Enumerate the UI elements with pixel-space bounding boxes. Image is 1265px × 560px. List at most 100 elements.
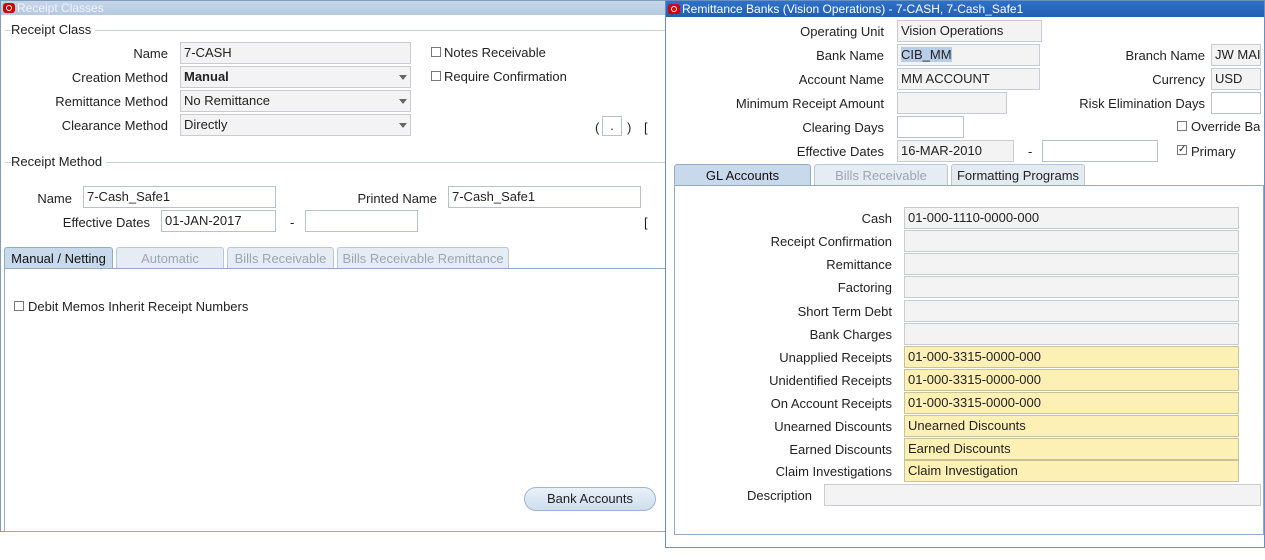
minimum-receipt-field[interactable] [897,92,1007,114]
debit-memos-checkbox[interactable] [14,301,24,311]
tab-bills-receivable[interactable]: Bills Receivable [814,164,948,186]
unidentified-receipts-field[interactable]: 01-000-3315-0000-000 [904,369,1239,391]
effective-from-field[interactable]: 01-JAN-2017 [161,210,276,232]
paren-open: ( [595,120,600,135]
description-label: Description [746,488,812,503]
effective-to-field[interactable] [1042,140,1158,162]
claim-investigations-label: Claim Investigations [775,464,892,479]
currency-label: Currency [1152,72,1205,87]
bank-accounts-button[interactable]: Bank Accounts [524,487,656,511]
receipt-class-section-line [5,30,669,31]
earned-discounts-label: Earned Discounts [789,442,892,457]
remittance-field[interactable] [904,253,1239,275]
remittance-method-value: No Remittance [184,93,270,108]
receipt-method-name-label: Name [37,191,72,206]
name-label: Name [133,46,168,61]
tab-bills-receivable-remittance[interactable]: Bills Receivable Remittance [337,247,509,269]
bank-charges-label: Bank Charges [809,327,892,342]
risk-elimination-field[interactable] [1211,92,1261,114]
effective-dates-label: Effective Dates [62,215,150,230]
bank-name-label: Bank Name [816,48,884,63]
creation-method-label: Creation Method [71,70,168,85]
description-field[interactable] [824,484,1261,506]
bracket-open: [ [644,120,648,135]
tab-formatting-programs[interactable]: Formatting Programs [951,164,1085,186]
flexfield-dot: . [610,118,614,133]
effective-from-field[interactable]: 16-MAR-2010 [897,140,1014,162]
notes-receivable-label: Notes Receivable [444,45,546,60]
descriptive-flexfield[interactable]: . [602,116,622,136]
primary-checkbox[interactable]: ✓ [1177,145,1187,155]
remittance-method-select[interactable]: No Remittance [180,90,411,112]
creation-method-value: Manual [184,69,229,84]
remittance-method-label: Remittance Method [55,94,168,109]
tab-gl-accounts[interactable]: GL Accounts [674,164,811,186]
currency-field[interactable]: USD [1211,68,1261,90]
tab-automatic[interactable]: Automatic [116,247,224,269]
operating-unit-field[interactable]: Vision Operations [897,20,1042,42]
receipt-classes-title: Receipt Classes [17,1,104,15]
require-confirmation-checkbox[interactable] [431,71,441,81]
unidentified-receipts-label: Unidentified Receipts [769,373,892,388]
unapplied-receipts-label: Unapplied Receipts [779,350,892,365]
receipt-classes-titlebar[interactable]: Receipt Classes [1,1,671,15]
short-term-debt-label: Short Term Debt [797,304,892,319]
chevron-down-icon [399,123,407,128]
chevron-down-icon [399,99,407,104]
receipt-method-name-field[interactable]: 7-Cash_Safe1 [83,186,276,208]
debit-memos-label: Debit Memos Inherit Receipt Numbers [28,299,249,314]
receipt-method-section-title: Receipt Method [11,154,107,169]
tab-manual-netting[interactable]: Manual / Netting [4,247,113,269]
clearance-method-value: Directly [184,117,228,132]
oracle-icon [3,2,15,13]
printed-name-field[interactable]: 7-Cash_Safe1 [448,186,641,208]
receipt-class-name-field[interactable]: 7-CASH [180,42,411,64]
cash-account-field[interactable]: 01-000-1110-0000-000 [904,207,1239,229]
account-name-field[interactable]: MM ACCOUNT [897,68,1040,90]
cash-label: Cash [861,211,892,226]
effective-dates-dash: - [290,215,295,230]
remittance-banks-window: Remittance Banks (Vision Operations) - 7… [665,0,1265,548]
earned-discounts-field[interactable]: Earned Discounts [904,438,1239,460]
remittance-label: Remittance [826,257,892,272]
on-account-receipts-field[interactable]: 01-000-3315-0000-000 [904,392,1239,414]
effective-dates-dash: - [1028,144,1033,159]
chevron-down-icon [399,75,407,80]
override-checkbox[interactable] [1177,121,1187,131]
effective-dates-label: Effective Dates [796,144,884,159]
effective-to-field[interactable] [305,210,418,232]
printed-name-label: Printed Name [357,191,437,206]
clearing-days-field[interactable] [897,116,964,138]
receipt-classes-window: Receipt Classes Receipt Class Name 7-CAS… [0,0,672,532]
factoring-field[interactable] [904,276,1239,298]
clearing-days-label: Clearing Days [802,120,884,135]
bank-charges-field[interactable] [904,323,1239,345]
bank-name-value: CIB_MM [901,47,952,62]
bank-name-field[interactable]: CIB_MM [897,44,1040,66]
clearance-method-label: Clearance Method [61,118,168,133]
override-label: Override Ba [1191,119,1261,134]
remittance-banks-title: Remittance Banks (Vision Operations) - 7… [682,2,1024,16]
account-name-label: Account Name [798,72,884,87]
creation-method-select[interactable]: Manual [180,66,411,88]
remittance-banks-titlebar[interactable]: Remittance Banks (Vision Operations) - 7… [666,1,1264,17]
unearned-discounts-field[interactable]: Unearned Discounts [904,415,1239,437]
unearned-discounts-label: Unearned Discounts [774,419,892,434]
on-account-receipts-label: On Account Receipts [770,396,892,411]
unapplied-receipts-field[interactable]: 01-000-3315-0000-000 [904,346,1239,368]
paren-close: ) [627,120,632,135]
receipt-confirmation-field[interactable] [904,230,1239,252]
operating-unit-label: Operating Unit [800,24,884,39]
receipt-class-section-title: Receipt Class [11,22,96,37]
tab-bills-receivable[interactable]: Bills Receivable [227,247,334,269]
receipt-confirmation-label: Receipt Confirmation [770,234,892,249]
claim-investigations-field[interactable]: Claim Investigation [904,460,1239,482]
factoring-label: Factoring [837,280,892,295]
short-term-debt-field[interactable] [904,300,1239,322]
notes-receivable-checkbox[interactable] [431,47,441,57]
minimum-receipt-label: Minimum Receipt Amount [735,96,884,111]
clearance-method-select[interactable]: Directly [180,114,411,136]
branch-name-label: Branch Name [1125,48,1205,63]
bracket-open-2: [ [644,215,648,230]
branch-name-field[interactable]: JW MAI [1211,44,1261,66]
